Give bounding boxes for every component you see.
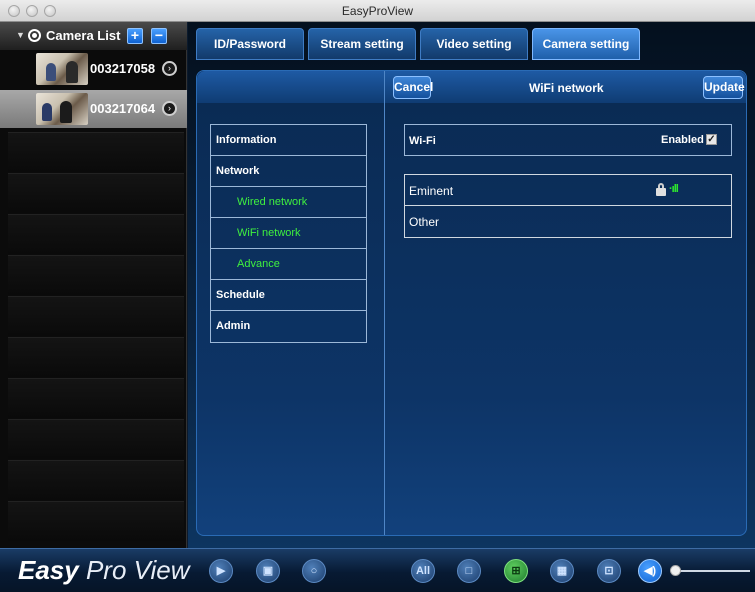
lock-icon xyxy=(656,183,666,196)
menu-item-advance[interactable]: Advance xyxy=(211,249,366,280)
update-button[interactable]: Update xyxy=(703,76,745,99)
empty-camera-slot xyxy=(8,214,184,254)
playback-icon[interactable]: ▶ xyxy=(209,559,233,583)
title-bar: EasyProView xyxy=(0,0,755,22)
tab-id-password[interactable]: ID/Password xyxy=(196,28,304,60)
settings-area: ID/Password Stream setting Video setting… xyxy=(188,22,755,548)
empty-camera-slot xyxy=(8,501,184,541)
card-header xyxy=(197,71,746,103)
empty-camera-slot xyxy=(8,132,184,172)
camera-go-icon[interactable]: › xyxy=(162,101,177,116)
menu-item-wired-network[interactable]: Wired network xyxy=(211,187,366,218)
camera-id: 003217058 xyxy=(90,61,156,76)
remove-camera-button[interactable]: − xyxy=(151,28,167,44)
empty-camera-slot xyxy=(8,460,184,500)
camera-thumbnail xyxy=(36,93,88,125)
search-icon[interactable]: ○ xyxy=(302,559,326,583)
camera-id: 003217064 xyxy=(90,101,156,116)
menu-item-information[interactable]: Information xyxy=(211,125,366,156)
empty-camera-slot xyxy=(8,378,184,418)
tab-camera-setting[interactable]: Camera setting xyxy=(532,28,640,60)
column-divider xyxy=(384,71,385,535)
menu-item-network[interactable]: Network xyxy=(211,156,366,187)
add-camera-button[interactable]: + xyxy=(127,28,143,44)
bottom-toolbar: Easy Pro View ▶ ▣ ○ All □ ⊞ ▦ ⊡ ◀) xyxy=(0,548,755,592)
network-name: Other xyxy=(409,215,440,229)
volume-slider-track[interactable] xyxy=(680,570,750,572)
camera-list-header: ▼ Camera List + − xyxy=(0,22,187,50)
multi-view-icon[interactable]: ▦ xyxy=(550,559,574,583)
single-view-icon[interactable]: □ xyxy=(457,559,481,583)
camera-go-icon[interactable]: › xyxy=(162,61,177,76)
empty-camera-slot xyxy=(8,255,184,295)
tab-video-setting[interactable]: Video setting xyxy=(420,28,528,60)
camera-row[interactable]: 003217058 › xyxy=(0,50,187,88)
wifi-enabled-checkbox[interactable]: ✓ xyxy=(706,134,717,145)
wifi-label: Wi-Fi xyxy=(409,135,436,147)
camera-list-icon xyxy=(28,29,41,42)
empty-camera-slot xyxy=(8,419,184,459)
volume-icon[interactable]: ◀) xyxy=(638,559,662,583)
signal-icon: ·ıll xyxy=(669,183,679,195)
empty-camera-slot xyxy=(8,337,184,377)
wifi-network-list: Eminent ·ıll Other xyxy=(404,174,732,238)
snapshot-icon[interactable]: ▣ xyxy=(256,559,280,583)
menu-item-wifi-network[interactable]: WiFi network xyxy=(211,218,366,249)
volume-slider-knob[interactable] xyxy=(670,565,681,576)
network-name: Eminent xyxy=(409,184,454,198)
network-item[interactable]: Other xyxy=(405,206,731,237)
settings-menu: Information Network Wired network WiFi n… xyxy=(210,124,367,343)
empty-camera-slot xyxy=(8,173,184,213)
fullscreen-icon[interactable]: ⊡ xyxy=(597,559,621,583)
camera-thumbnail xyxy=(36,53,88,85)
view-all-button[interactable]: All xyxy=(411,559,435,583)
brand-logo: Easy Pro View xyxy=(18,555,190,585)
menu-item-admin[interactable]: Admin xyxy=(211,311,366,342)
camera-settings-card: Cancel WiFi network Update Information N… xyxy=(196,70,747,536)
wifi-enabled-label: Enabled xyxy=(661,134,704,146)
wifi-toggle-row: Wi-Fi Enabled ✓ xyxy=(404,124,732,156)
panel-title: WiFi network xyxy=(529,81,604,95)
menu-item-schedule[interactable]: Schedule xyxy=(211,280,366,311)
network-item[interactable]: Eminent ·ıll xyxy=(405,175,731,206)
camera-list-panel: ▼ Camera List + − 003217058 › 003217064 … xyxy=(0,22,187,548)
disclosure-triangle-icon[interactable]: ▼ xyxy=(16,30,25,40)
tab-stream-setting[interactable]: Stream setting xyxy=(308,28,416,60)
window-title: EasyProView xyxy=(341,4,414,18)
cancel-button[interactable]: Cancel xyxy=(393,76,433,99)
camera-row-selected[interactable]: 003217064 › xyxy=(0,90,187,128)
quad-view-icon[interactable]: ⊞ xyxy=(504,559,528,583)
camera-list-title: Camera List xyxy=(46,28,121,43)
empty-camera-slot xyxy=(8,296,184,336)
